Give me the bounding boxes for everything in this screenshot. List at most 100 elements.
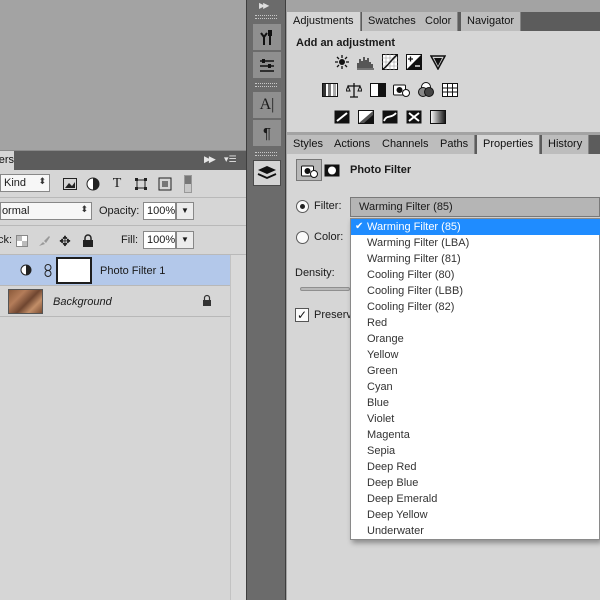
paragraph-panel-icon[interactable]: ¶	[253, 120, 281, 146]
dropdown-option[interactable]: Magenta	[351, 427, 600, 443]
hue-saturation-icon[interactable]	[321, 81, 338, 98]
opacity-input[interactable]: 100%	[143, 202, 176, 220]
tab-actions[interactable]: Actions	[328, 135, 378, 154]
layer-row-photo-filter[interactable]: Photo Filter 1	[0, 255, 230, 286]
tab-swatches[interactable]: Swatches	[362, 12, 423, 31]
properties-tabbar: Styles Actions Channels Paths Properties…	[287, 135, 600, 154]
dropdown-option[interactable]: Yellow	[351, 347, 600, 363]
density-slider[interactable]	[300, 287, 350, 291]
channel-mixer-icon[interactable]	[417, 81, 434, 98]
threshold-icon[interactable]	[381, 108, 398, 125]
fill-label: Fill:	[121, 234, 139, 246]
tab-paths[interactable]: Paths	[434, 135, 476, 154]
tab-properties[interactable]: Properties	[477, 135, 541, 154]
tab-navigator[interactable]: Navigator	[461, 12, 522, 31]
panel-grip[interactable]	[255, 152, 277, 156]
exposure-icon[interactable]	[405, 53, 422, 70]
layers-scrollbar[interactable]	[230, 255, 246, 600]
lock-brush-icon[interactable]	[36, 233, 52, 249]
dropdown-option[interactable]: Red	[351, 315, 600, 331]
chevron-down-icon: ⬍	[80, 204, 88, 214]
dropdown-option-warming-85[interactable]: ✔ Warming Filter (85)	[351, 219, 600, 235]
dropdown-option[interactable]: Orange	[351, 331, 600, 347]
layers-tabbar: Layers ▶▶ ▾☰	[0, 151, 246, 170]
lock-transparent-icon[interactable]	[14, 233, 30, 249]
opacity-dropdown-icon[interactable]: ▼	[176, 202, 194, 220]
tab-color[interactable]: Color	[419, 12, 459, 31]
dropdown-option[interactable]: Cooling Filter (LBB)	[351, 283, 600, 299]
dropdown-option[interactable]: Deep Yellow	[351, 507, 600, 523]
vibrance-icon[interactable]	[429, 53, 446, 70]
layers-panel-icon[interactable]	[253, 160, 281, 186]
color-balance-icon[interactable]	[345, 81, 362, 98]
mask-icon[interactable]	[324, 163, 340, 177]
collapse-panel-icon[interactable]: ▶▶	[204, 154, 218, 166]
tool-presets-icon[interactable]	[253, 24, 281, 50]
selective-color-icon[interactable]	[405, 108, 422, 125]
dropdown-option[interactable]: Deep Blue	[351, 475, 600, 491]
black-white-icon[interactable]	[369, 81, 386, 98]
levels-icon[interactable]	[357, 53, 374, 70]
dropdown-option[interactable]: Violet	[351, 411, 600, 427]
filter-label: Filter:	[314, 200, 342, 212]
dropdown-option[interactable]: Cooling Filter (80)	[351, 267, 600, 283]
dropdown-option[interactable]: Deep Red	[351, 459, 600, 475]
dropdown-option[interactable]: Cyan	[351, 379, 600, 395]
dropdown-option[interactable]: Sepia	[351, 443, 600, 459]
photo-filter-icon[interactable]	[393, 81, 410, 98]
lock-label: Lock:	[0, 234, 12, 246]
kind-filter-value: Kind	[4, 177, 27, 189]
color-label: Color:	[314, 231, 344, 243]
panel-menu-icon[interactable]: ▾☰	[224, 154, 242, 166]
color-radio[interactable]	[296, 231, 309, 244]
lock-all-icon[interactable]	[80, 233, 96, 249]
fill-dropdown-icon[interactable]: ▼	[176, 231, 194, 249]
blend-row: Normal ⬍ Opacity: 100% ▼	[0, 198, 246, 226]
dropdown-option[interactable]: Blue	[351, 395, 600, 411]
filter-toggle-switch[interactable]	[184, 175, 192, 193]
type-filter-icon[interactable]: T	[109, 176, 125, 192]
invert-icon[interactable]	[333, 108, 350, 125]
dropdown-option[interactable]: Underwater	[351, 523, 600, 539]
filter-select[interactable]: Warming Filter (85)	[350, 197, 600, 217]
lock-icon	[202, 294, 212, 310]
panel-grip[interactable]	[255, 83, 277, 87]
filter-radio[interactable]	[296, 200, 309, 213]
expand-panels-icon[interactable]: ▶▶	[259, 1, 269, 10]
tab-adjustments[interactable]: Adjustments	[287, 12, 361, 31]
curves-icon[interactable]	[381, 53, 398, 70]
tab-history[interactable]: History	[542, 135, 590, 154]
color-lookup-icon[interactable]	[441, 81, 458, 98]
character-panel-icon[interactable]: A|	[253, 92, 281, 118]
tab-styles[interactable]: Styles	[287, 135, 330, 154]
brightness-icon[interactable]	[333, 53, 350, 70]
posterize-icon[interactable]	[357, 108, 374, 125]
panel-grip[interactable]	[255, 15, 277, 19]
tab-layers[interactable]: Layers	[0, 151, 14, 170]
lock-move-icon[interactable]: ✥	[57, 233, 73, 249]
background-thumbnail	[8, 289, 43, 314]
dropdown-option[interactable]: Deep Emerald	[351, 491, 600, 507]
opacity-label: Opacity:	[99, 205, 140, 217]
dropdown-option[interactable]: Green	[351, 363, 600, 379]
layer-row-background[interactable]: Background	[0, 286, 230, 317]
layer-mask-thumbnail[interactable]	[56, 257, 92, 284]
shape-filter-icon[interactable]	[133, 176, 149, 192]
smart-object-filter-icon[interactable]	[157, 176, 173, 192]
blend-mode-select[interactable]: Normal ⬍	[0, 202, 92, 220]
dropdown-option[interactable]: Cooling Filter (82)	[351, 299, 600, 315]
gradient-map-icon[interactable]	[429, 108, 446, 125]
tab-channels[interactable]: Channels	[376, 135, 436, 154]
chain-link-icon[interactable]	[44, 264, 52, 277]
preserve-luminosity-checkbox[interactable]: ✓	[295, 308, 309, 322]
blend-mode-value: Normal	[1, 205, 30, 217]
pixel-filter-icon[interactable]	[62, 176, 78, 192]
photo-filter-adjust-icon[interactable]	[296, 159, 322, 181]
adjustment-filter-icon[interactable]	[85, 176, 101, 192]
dropdown-option[interactable]: Warming Filter (LBA)	[351, 235, 600, 251]
kind-filter-select[interactable]: Kind ⬍	[0, 174, 50, 192]
dropdown-option[interactable]: Warming Filter (81)	[351, 251, 600, 267]
brush-settings-icon[interactable]	[253, 52, 281, 78]
fill-input[interactable]: 100%	[143, 231, 176, 249]
adjustments-title: Add an adjustment	[296, 37, 396, 49]
